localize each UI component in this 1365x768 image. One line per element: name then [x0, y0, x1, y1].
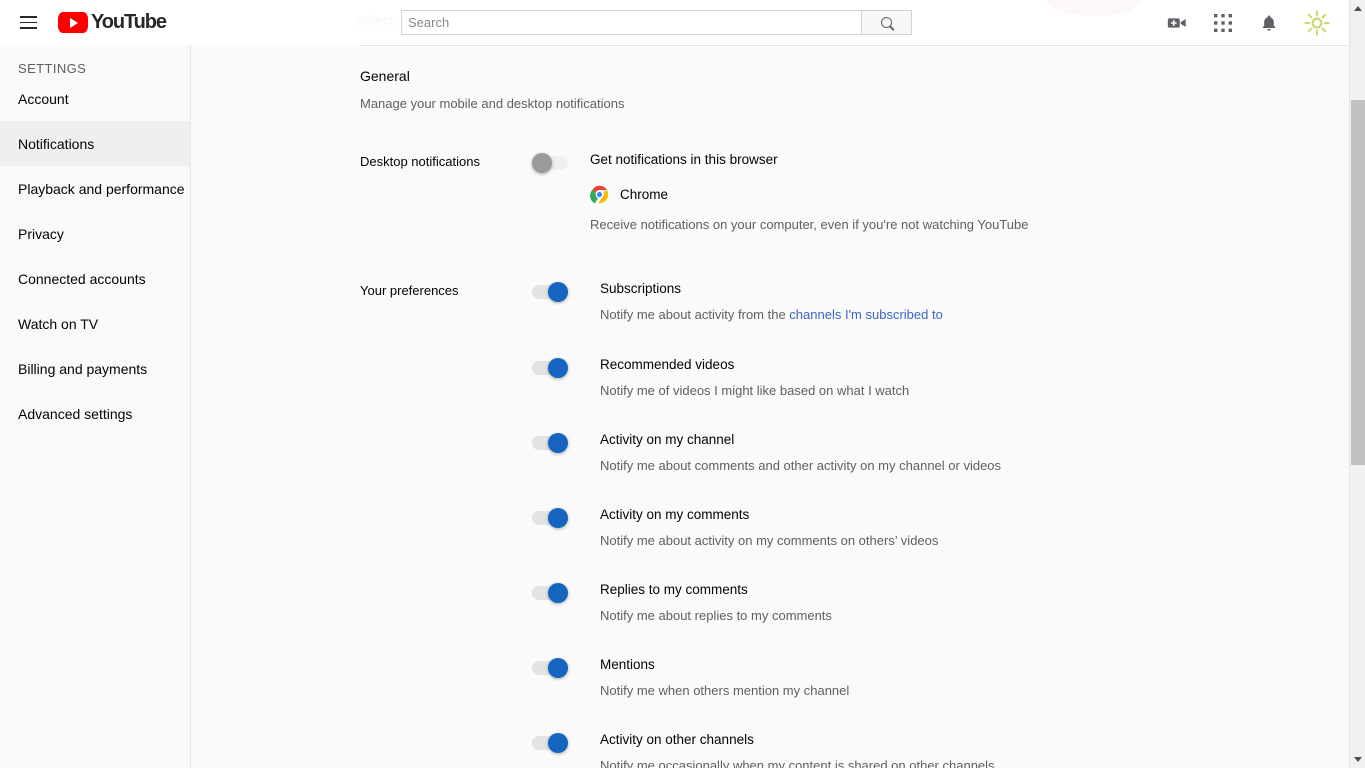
scrollbar-thumb[interactable]: [1351, 100, 1365, 465]
youtube-settings-page: YouTube Select Search SETTINGS Account N…: [0, 0, 1365, 768]
sidebar-item-label: Privacy: [18, 225, 64, 242]
toggle-knob: [548, 508, 568, 528]
settings-sidebar: SETTINGS Account Notifications Playback …: [0, 45, 191, 768]
sidebar-item-label: Account: [18, 90, 69, 107]
desktop-notifications-toggle[interactable]: [532, 153, 568, 173]
browser-name: Chrome: [620, 187, 669, 202]
sun-avatar-icon[interactable]: [1303, 9, 1331, 37]
preference-description: Notify me when others mention my channel: [600, 683, 850, 698]
toggle-knob: [532, 153, 552, 173]
sidebar-item-label: Watch on TV: [18, 315, 99, 332]
sidebar-title: SETTINGS: [18, 61, 87, 76]
vertical-scrollbar[interactable]: [1349, 0, 1365, 768]
notifications-panel: General Manage your mobile and desktop n…: [360, 45, 1349, 768]
browser-row: Chrome: [590, 185, 1029, 204]
preference-row: Activity on other channels Notify me occ…: [532, 732, 1349, 768]
activity-on-my-channel-toggle[interactable]: [532, 433, 568, 453]
preference-label: Recommended videos: [600, 357, 735, 372]
toggle-knob: [548, 733, 568, 753]
hamburger-menu-icon[interactable]: [8, 3, 48, 43]
preference-row: Recommended videos Notify me of videos I…: [532, 357, 1349, 399]
toggle-knob: [548, 358, 568, 378]
preference-label: Mentions: [600, 657, 655, 672]
preference-description: Notify me about activity on my comments …: [600, 533, 939, 548]
youtube-logo[interactable]: YouTube: [58, 8, 167, 38]
sidebar-item-notifications[interactable]: Notifications: [0, 121, 190, 166]
toggle-knob: [548, 433, 568, 453]
desktop-notifications-label: Desktop notifications: [360, 154, 480, 169]
scroll-down-arrow-icon[interactable]: [1350, 751, 1365, 768]
preference-description: Notify me about comments and other activ…: [600, 458, 1002, 473]
sidebar-item-label: Playback and performance: [18, 180, 185, 197]
sidebar-item-watch-on-tv[interactable]: Watch on TV: [0, 301, 190, 346]
desktop-notifications-toggle-label: Get notifications in this browser: [590, 152, 778, 167]
sidebar-item-billing-and-payments[interactable]: Billing and payments: [0, 346, 190, 391]
sidebar-item-privacy[interactable]: Privacy: [0, 211, 190, 256]
preference-label: Replies to my comments: [600, 582, 748, 597]
preference-label: Activity on my channel: [600, 432, 735, 447]
page-title: General: [360, 68, 410, 84]
preferences-list: Subscriptions Notify me about activity f…: [532, 281, 1349, 768]
youtube-play-icon: [58, 12, 88, 33]
preference-description: Notify me about replies to my comments: [600, 608, 832, 623]
toggle-knob: [548, 658, 568, 678]
notifications-bell-icon[interactable]: [1257, 11, 1281, 35]
preference-label: Activity on other channels: [600, 732, 754, 747]
preferences-section: Your preferences Subscriptions Notify me…: [360, 281, 1349, 768]
sidebar-item-advanced-settings[interactable]: Advanced settings: [0, 391, 190, 436]
sidebar-item-label: Advanced settings: [18, 405, 133, 422]
subscriptions-toggle[interactable]: [532, 282, 568, 302]
mentions-toggle[interactable]: [532, 658, 568, 678]
preference-label: Activity on my comments: [600, 507, 750, 522]
toggle-knob: [548, 583, 568, 603]
preference-row: Activity on my channel Notify me about c…: [532, 432, 1349, 474]
desktop-notifications-section: Desktop notifications Get notifications …: [360, 152, 1349, 233]
preference-row: Activity on my comments Notify me about …: [532, 507, 1349, 549]
decorative-blob: [1048, 0, 1140, 16]
activity-on-my-comments-toggle[interactable]: [532, 508, 568, 528]
activity-on-other-channels-toggle[interactable]: [532, 733, 568, 753]
top-header: YouTube Select: [0, 0, 1349, 45]
apps-grid-icon[interactable]: [1211, 11, 1235, 35]
desktop-notifications-description: Receive notifications on your computer, …: [590, 217, 1029, 232]
preference-description: Notify me occasionally when my content i…: [600, 758, 995, 768]
youtube-logo-text: YouTube: [91, 11, 167, 33]
preferences-label: Your preferences: [360, 283, 459, 298]
preference-label: Subscriptions: [600, 281, 682, 296]
preference-row: Replies to my comments Notify me about r…: [532, 582, 1349, 624]
search-icon: [881, 17, 892, 28]
page-subtitle: Manage your mobile and desktop notificat…: [360, 96, 625, 111]
sidebar-item-label: Connected accounts: [18, 270, 146, 287]
subscribed-channels-link[interactable]: channels I'm subscribed to: [789, 307, 943, 322]
scroll-up-arrow-icon[interactable]: [1350, 0, 1365, 17]
desktop-notifications-row: Get notifications in this browser Chrome…: [532, 152, 1349, 233]
preference-row: Mentions Notify me when others mention m…: [532, 657, 1349, 699]
preference-description: Notify me of videos I might like based o…: [600, 383, 910, 398]
sidebar-item-label: Notifications: [18, 135, 95, 152]
search-input[interactable]: [401, 10, 862, 35]
sidebar-item-connected-accounts[interactable]: Connected accounts: [0, 256, 190, 301]
preference-description: Notify me about activity from the channe…: [600, 307, 943, 323]
toggle-knob: [548, 282, 568, 302]
settings-content: General Manage your mobile and desktop n…: [191, 45, 1349, 768]
sidebar-item-playback-and-performance[interactable]: Playback and performance: [0, 166, 190, 211]
sidebar-item-account[interactable]: Account: [0, 76, 190, 121]
header-actions: [1165, 0, 1331, 45]
search-bar: [401, 10, 912, 35]
description-text: Notify me about activity from the: [600, 307, 790, 322]
search-button[interactable]: [862, 10, 912, 35]
chrome-icon: [590, 185, 609, 204]
recommended-videos-toggle[interactable]: [532, 358, 568, 378]
sidebar-item-label: Billing and payments: [18, 360, 148, 377]
preference-row: Subscriptions Notify me about activity f…: [532, 281, 1349, 323]
replies-to-my-comments-toggle[interactable]: [532, 583, 568, 603]
ghost-select-text: Select: [355, 12, 394, 28]
create-video-icon[interactable]: [1165, 11, 1189, 35]
